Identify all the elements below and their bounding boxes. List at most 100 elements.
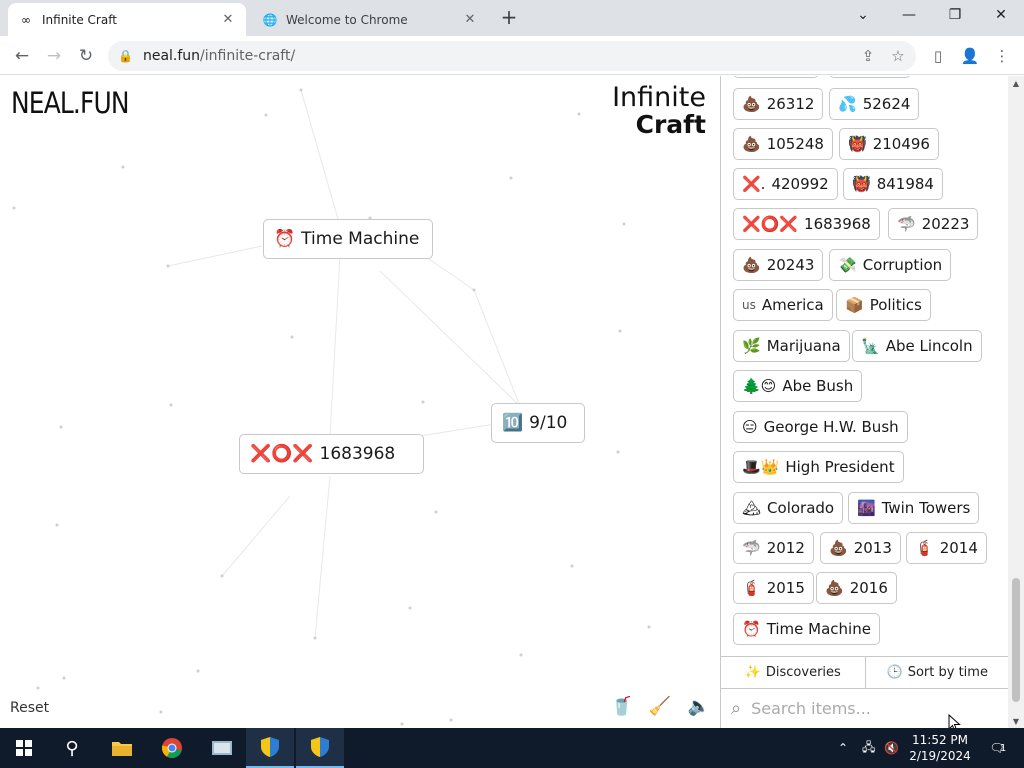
item-label: Colorado bbox=[767, 499, 835, 517]
item-label: Politics bbox=[869, 296, 922, 314]
sort-by-time-button[interactable]: 🕒 Sort by time bbox=[866, 657, 1009, 688]
address-bar[interactable]: 🔒 neal.fun/infinite-craft/ bbox=[108, 41, 916, 71]
forward-button[interactable]: → bbox=[42, 44, 66, 68]
search-icon[interactable]: ⚲ bbox=[48, 728, 96, 768]
back-button[interactable]: ← bbox=[10, 44, 34, 68]
scroll-up-arrow-icon[interactable]: ▲ bbox=[1008, 76, 1024, 90]
list-item[interactable]: ❌. 420992 bbox=[733, 168, 838, 200]
tab-welcome-to-chrome[interactable]: 🌐 Welcome to Chrome ✕ bbox=[252, 3, 488, 36]
list-item[interactable]: 🌿 Marijuana bbox=[733, 330, 850, 362]
canvas-element-9-10[interactable]: 🔟 9/10 bbox=[491, 403, 585, 443]
list-item[interactable]: 🦈 2012 bbox=[733, 532, 814, 564]
keycap-ten-icon: 🔟 bbox=[502, 413, 524, 433]
scrollbar-thumb[interactable] bbox=[1012, 578, 1020, 702]
item-label: 20223 bbox=[921, 215, 970, 233]
canvas-element-time-machine[interactable]: ⏰ Time Machine bbox=[263, 219, 433, 259]
coffee-cup-icon[interactable]: 🥤 bbox=[610, 694, 634, 718]
globe-icon: 🌐 bbox=[262, 12, 278, 27]
new-tab-button[interactable]: + bbox=[498, 5, 520, 29]
list-item[interactable]: 👹 210496 bbox=[839, 128, 939, 160]
reload-button[interactable]: ↻ bbox=[74, 44, 98, 68]
network-icon[interactable]: 🖧 bbox=[862, 728, 875, 768]
item-label: 2013 bbox=[853, 539, 892, 557]
item-emoji: 💩 bbox=[825, 579, 844, 597]
browser-tab-strip: ∞ Infinite Craft ✕ 🌐 Welcome to Chrome ✕… bbox=[0, 0, 1024, 36]
scroll-down-arrow-icon[interactable]: ▼ bbox=[1008, 714, 1024, 728]
show-hidden-icons-icon[interactable]: ⌃ bbox=[838, 728, 848, 768]
list-item[interactable]: 📦 Politics bbox=[836, 289, 931, 321]
profile-avatar-icon[interactable]: 👤 bbox=[958, 44, 982, 68]
items-sidebar: 💩 26312 💦 52624 💩 105248 👹 210496 ❌. 420992 👹… bbox=[720, 76, 1008, 728]
speaker-icon[interactable]: 🔈 bbox=[687, 694, 711, 718]
list-item[interactable]: 💩 2013 bbox=[820, 532, 901, 564]
clock-time: 11:52 PM bbox=[912, 733, 968, 747]
minimize-button[interactable]: — bbox=[886, 0, 932, 30]
item-emoji: 💩 bbox=[829, 539, 848, 557]
logo-line-infinite: Infinite bbox=[612, 82, 706, 113]
list-item[interactable]: ❌⭕❌ 1683968 bbox=[733, 208, 880, 240]
close-tab-icon[interactable]: ✕ bbox=[462, 12, 478, 28]
list-item[interactable]: 🧯 2015 bbox=[733, 572, 814, 604]
clock-icon: 🕒 bbox=[886, 665, 903, 680]
list-item[interactable]: 💦 52624 bbox=[829, 88, 920, 120]
discoveries-button[interactable]: ✨ Discoveries bbox=[721, 657, 866, 688]
broom-icon[interactable]: 🧹 bbox=[648, 694, 672, 718]
item-label: 52624 bbox=[862, 95, 911, 113]
url-host: neal.fun bbox=[142, 48, 201, 64]
item-emoji: 🗽 bbox=[861, 337, 880, 355]
menu-kebab-icon[interactable]: ⋮ bbox=[990, 44, 1014, 68]
crafting-canvas[interactable]: NEAL.FUN Infinite Craft ⏰ Time Machine 🔟… bbox=[0, 76, 720, 728]
item-emoji: 💩 bbox=[742, 95, 761, 113]
item-emoji: 🌆 bbox=[857, 499, 876, 517]
list-item[interactable]: 🌲😊 Abe Bush bbox=[733, 370, 863, 402]
share-icon[interactable]: ⇪ bbox=[856, 44, 880, 68]
lock-icon[interactable]: 🔒 bbox=[118, 49, 133, 63]
list-item[interactable]: 🧯 2014 bbox=[906, 532, 987, 564]
list-item-partial[interactable] bbox=[733, 76, 819, 78]
item-label: Corruption bbox=[862, 256, 943, 274]
close-tab-icon[interactable]: ✕ bbox=[220, 12, 236, 28]
list-item[interactable]: 💩 2016 bbox=[816, 572, 897, 604]
list-item[interactable]: 🎩👑 High President bbox=[733, 451, 904, 483]
tab-infinite-craft[interactable]: ∞ Infinite Craft ✕ bbox=[8, 3, 246, 36]
side-panel-icon[interactable]: ▯ bbox=[926, 44, 950, 68]
list-item-partial[interactable] bbox=[829, 76, 911, 78]
list-item[interactable]: 🦈 20223 bbox=[888, 208, 979, 240]
system-clock[interactable]: 11:52 PM 2/19/2024 bbox=[902, 732, 978, 764]
control-panel-icon[interactable] bbox=[198, 728, 246, 768]
neal-fun-logo[interactable]: NEAL.FUN bbox=[11, 86, 130, 120]
discoveries-label: Discoveries bbox=[765, 665, 841, 680]
volume-muted-icon[interactable]: 🔇 bbox=[884, 728, 899, 768]
list-item[interactable]: 🏔 Colorado bbox=[733, 492, 844, 524]
restore-button[interactable]: ❐ bbox=[932, 0, 978, 30]
file-explorer-icon[interactable] bbox=[98, 728, 146, 768]
list-item[interactable]: 💩 26312 bbox=[733, 88, 824, 120]
windows-start-icon[interactable] bbox=[0, 728, 48, 768]
canvas-element-1683968[interactable]: ❌⭕❌ 1683968 bbox=[239, 434, 424, 474]
list-item[interactable]: 👹 841984 bbox=[843, 168, 943, 200]
shield-app-icon[interactable] bbox=[246, 728, 294, 768]
chrome-icon[interactable] bbox=[148, 728, 196, 768]
alarm-clock-icon: ⏰ bbox=[274, 229, 296, 249]
list-item[interactable]: us America bbox=[733, 289, 833, 321]
sidebar-scrollbar[interactable]: ▲ ▼ bbox=[1008, 76, 1024, 728]
list-item[interactable]: 💩 20243 bbox=[733, 249, 824, 281]
list-item[interactable]: ⏰ Time Machine bbox=[733, 613, 880, 645]
list-item[interactable]: 🗽 Abe Lincoln bbox=[852, 330, 982, 362]
list-item[interactable]: 😑 George H.W. Bush bbox=[733, 411, 908, 443]
bookmark-star-icon[interactable]: ☆ bbox=[886, 44, 910, 68]
reset-button[interactable]: Reset bbox=[10, 700, 49, 716]
search-input[interactable] bbox=[751, 699, 982, 718]
clock-date: 2/19/2024 bbox=[909, 749, 971, 763]
item-emoji: 🧯 bbox=[915, 539, 934, 557]
list-item[interactable]: 💩 105248 bbox=[733, 128, 833, 160]
close-window-button[interactable]: ✕ bbox=[978, 0, 1024, 30]
item-label: 2016 bbox=[849, 579, 888, 597]
tab-search-chevron-icon[interactable]: ⌄ bbox=[840, 0, 886, 30]
sort-label: Sort by time bbox=[907, 665, 988, 680]
list-item[interactable]: 💸 Corruption bbox=[829, 249, 952, 281]
list-item[interactable]: 🌆 Twin Towers bbox=[848, 492, 980, 524]
item-label: America bbox=[761, 296, 824, 314]
shield-app-icon[interactable] bbox=[296, 728, 344, 768]
item-label: Marijuana bbox=[766, 337, 841, 355]
